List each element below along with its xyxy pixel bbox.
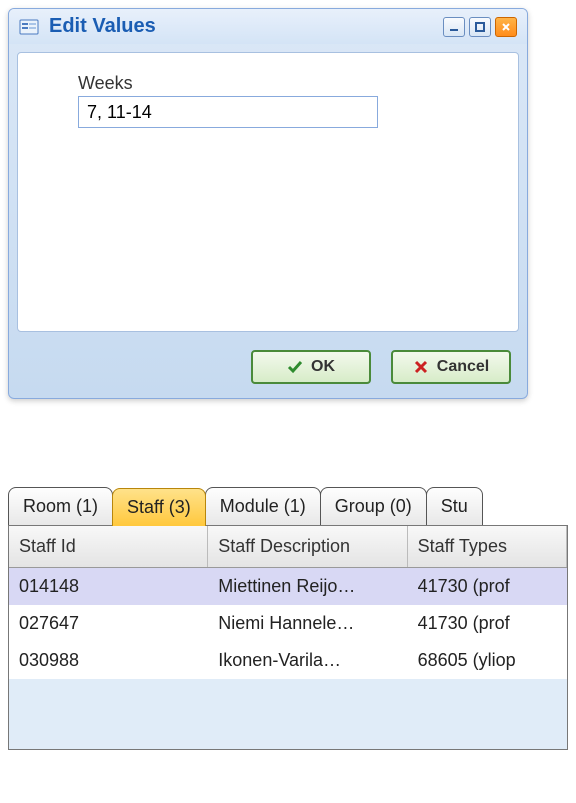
ok-label: OK bbox=[311, 358, 335, 376]
tab-staff[interactable]: Staff (3) bbox=[112, 488, 206, 526]
tabs-panel: Room (1) Staff (3) Module (1) Group (0) … bbox=[8, 487, 568, 750]
cancel-label: Cancel bbox=[437, 358, 489, 376]
check-icon bbox=[287, 359, 303, 375]
tab-student[interactable]: Stu bbox=[426, 487, 483, 525]
dialog-body: Weeks bbox=[17, 52, 519, 332]
close-button[interactable] bbox=[495, 17, 517, 37]
col-staff-types[interactable]: Staff Types bbox=[408, 526, 567, 567]
cancel-button[interactable]: Cancel bbox=[391, 350, 511, 384]
maximize-button[interactable] bbox=[469, 17, 491, 37]
weeks-label: Weeks bbox=[78, 73, 498, 94]
cell-staff-desc: Miettinen Reijo… bbox=[208, 568, 407, 605]
grid-empty-area bbox=[9, 679, 567, 749]
window-buttons bbox=[443, 17, 517, 37]
titlebar: Edit Values bbox=[9, 9, 527, 44]
tabstrip: Room (1) Staff (3) Module (1) Group (0) … bbox=[8, 487, 568, 525]
cell-staff-id: 030988 bbox=[9, 642, 208, 679]
ok-button[interactable]: OK bbox=[251, 350, 371, 384]
cell-staff-desc: Ikonen-Varila… bbox=[208, 642, 407, 679]
staff-grid: Staff Id Staff Description Staff Types 0… bbox=[8, 525, 568, 750]
dialog-title: Edit Values bbox=[49, 15, 443, 38]
grid-header: Staff Id Staff Description Staff Types bbox=[9, 526, 567, 568]
edit-values-dialog: Edit Values Weeks OK Canc bbox=[8, 8, 528, 399]
table-row[interactable]: 014148 Miettinen Reijo… 41730 (prof bbox=[9, 568, 567, 605]
table-row[interactable]: 030988 Ikonen-Varila… 68605 (yliop bbox=[9, 642, 567, 679]
cell-staff-id: 014148 bbox=[9, 568, 208, 605]
weeks-input[interactable] bbox=[78, 96, 378, 128]
cell-staff-type: 41730 (prof bbox=[408, 568, 567, 605]
col-staff-desc[interactable]: Staff Description bbox=[208, 526, 407, 567]
button-bar: OK Cancel bbox=[9, 340, 527, 398]
cell-staff-type: 68605 (yliop bbox=[408, 642, 567, 679]
table-row[interactable]: 027647 Niemi Hannele… 41730 (prof bbox=[9, 605, 567, 642]
tab-group[interactable]: Group (0) bbox=[320, 487, 427, 525]
col-staff-id[interactable]: Staff Id bbox=[9, 526, 208, 567]
tab-module[interactable]: Module (1) bbox=[205, 487, 321, 525]
cell-staff-type: 41730 (prof bbox=[408, 605, 567, 642]
minimize-button[interactable] bbox=[443, 17, 465, 37]
form-icon bbox=[19, 17, 39, 37]
cross-icon bbox=[413, 359, 429, 375]
tab-room[interactable]: Room (1) bbox=[8, 487, 113, 525]
cell-staff-desc: Niemi Hannele… bbox=[208, 605, 407, 642]
cell-staff-id: 027647 bbox=[9, 605, 208, 642]
